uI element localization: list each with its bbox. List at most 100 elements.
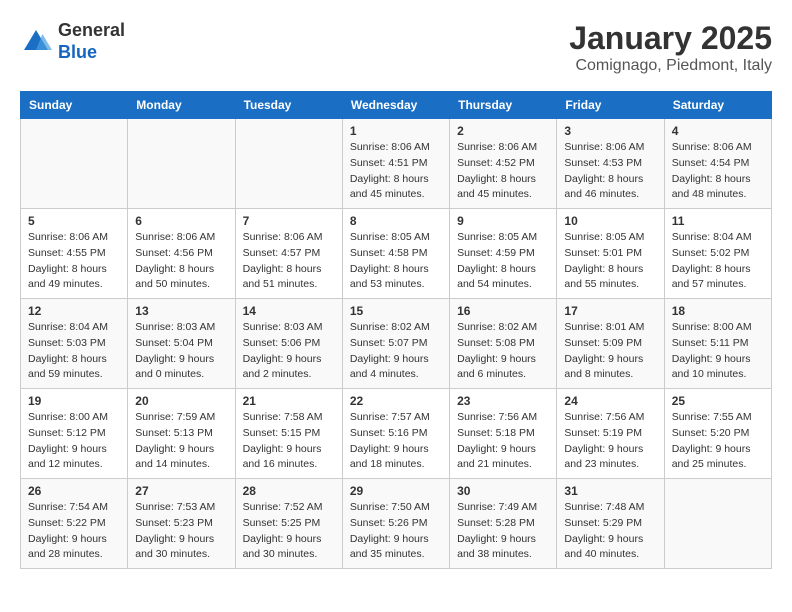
- day-info: Sunrise: 8:05 AM Sunset: 4:59 PM Dayligh…: [457, 230, 549, 293]
- day-number: 24: [564, 394, 656, 408]
- day-number: 18: [672, 304, 764, 318]
- day-info: Sunrise: 8:02 AM Sunset: 5:07 PM Dayligh…: [350, 320, 442, 383]
- day-number: 6: [135, 214, 227, 228]
- calendar-cell: 1 Sunrise: 8:06 AM Sunset: 4:51 PM Daylig…: [342, 119, 449, 209]
- day-number: 21: [243, 394, 335, 408]
- calendar-cell: 31 Sunrise: 7:48 AM Sunset: 5:29 PM Dayli…: [557, 479, 664, 569]
- calendar-cell: 8 Sunrise: 8:05 AM Sunset: 4:58 PM Daylig…: [342, 209, 449, 299]
- day-info: Sunrise: 7:52 AM Sunset: 5:25 PM Dayligh…: [243, 500, 335, 563]
- day-number: 20: [135, 394, 227, 408]
- calendar-cell: [128, 119, 235, 209]
- calendar-cell: 14 Sunrise: 8:03 AM Sunset: 5:06 PM Dayli…: [235, 299, 342, 389]
- calendar-cell: 28 Sunrise: 7:52 AM Sunset: 5:25 PM Dayli…: [235, 479, 342, 569]
- day-number: 13: [135, 304, 227, 318]
- day-number: 19: [28, 394, 120, 408]
- day-number: 4: [672, 124, 764, 138]
- calendar-cell: 9 Sunrise: 8:05 AM Sunset: 4:59 PM Daylig…: [450, 209, 557, 299]
- weekday-header: Monday: [128, 92, 235, 119]
- weekday-header: Friday: [557, 92, 664, 119]
- day-number: 16: [457, 304, 549, 318]
- calendar-cell: 24 Sunrise: 7:56 AM Sunset: 5:19 PM Dayli…: [557, 389, 664, 479]
- calendar-cell: 20Sunrise: 7:59 AM Sunset: 5:13 PM Dayli…: [128, 389, 235, 479]
- day-number: 23: [457, 394, 549, 408]
- day-info: Sunrise: 7:54 AM Sunset: 5:22 PM Dayligh…: [28, 500, 120, 563]
- day-info: Sunrise: 7:48 AM Sunset: 5:29 PM Dayligh…: [564, 500, 656, 563]
- calendar-cell: 16 Sunrise: 8:02 AM Sunset: 5:08 PM Dayli…: [450, 299, 557, 389]
- calendar-cell: 10 Sunrise: 8:05 AM Sunset: 5:01 PM Dayli…: [557, 209, 664, 299]
- day-info: Sunrise: 8:06 AM Sunset: 4:56 PM Dayligh…: [135, 230, 227, 293]
- day-info: Sunrise: 8:06 AM Sunset: 4:53 PM Dayligh…: [564, 140, 656, 203]
- day-number: 15: [350, 304, 442, 318]
- day-number: 12: [28, 304, 120, 318]
- day-info: Sunrise: 7:58 AM Sunset: 5:15 PM Dayligh…: [243, 410, 335, 473]
- calendar-cell: [235, 119, 342, 209]
- logo: General Blue: [20, 20, 125, 63]
- day-info: Sunrise: 7:53 AM Sunset: 5:23 PM Dayligh…: [135, 500, 227, 563]
- calendar-cell: 12 Sunrise: 8:04 AM Sunset: 5:03 PM Dayli…: [21, 299, 128, 389]
- calendar-cell: [21, 119, 128, 209]
- day-info: Sunrise: 8:05 AM Sunset: 5:01 PM Dayligh…: [564, 230, 656, 293]
- logo-text: General Blue: [58, 20, 125, 63]
- logo-icon: [20, 26, 52, 58]
- logo-general: General: [58, 20, 125, 40]
- calendar-cell: 5Sunrise: 8:06 AM Sunset: 4:55 PM Daylig…: [21, 209, 128, 299]
- calendar-cell: 21 Sunrise: 7:58 AM Sunset: 5:15 PM Dayli…: [235, 389, 342, 479]
- day-number: 10: [564, 214, 656, 228]
- day-number: 3: [564, 124, 656, 138]
- day-number: 7: [243, 214, 335, 228]
- calendar-table: SundayMondayTuesdayWednesdayThursdayFrid…: [20, 91, 772, 569]
- weekday-header: Thursday: [450, 92, 557, 119]
- day-info: Sunrise: 8:06 AM Sunset: 4:52 PM Dayligh…: [457, 140, 549, 203]
- day-number: 26: [28, 484, 120, 498]
- calendar-cell: 13 Sunrise: 8:03 AM Sunset: 5:04 PM Dayli…: [128, 299, 235, 389]
- calendar-cell: 23 Sunrise: 7:56 AM Sunset: 5:18 PM Dayli…: [450, 389, 557, 479]
- calendar-cell: 2 Sunrise: 8:06 AM Sunset: 4:52 PM Daylig…: [450, 119, 557, 209]
- day-info: Sunrise: 7:57 AM Sunset: 5:16 PM Dayligh…: [350, 410, 442, 473]
- day-info: Sunrise: 7:56 AM Sunset: 5:18 PM Dayligh…: [457, 410, 549, 473]
- day-info: Sunrise: 8:03 AM Sunset: 5:06 PM Dayligh…: [243, 320, 335, 383]
- day-number: 25: [672, 394, 764, 408]
- day-info: Sunrise: 8:05 AM Sunset: 4:58 PM Dayligh…: [350, 230, 442, 293]
- day-info: Sunrise: 8:04 AM Sunset: 5:03 PM Dayligh…: [28, 320, 120, 383]
- day-number: 9: [457, 214, 549, 228]
- calendar-cell: 27 Sunrise: 7:53 AM Sunset: 5:23 PM Dayli…: [128, 479, 235, 569]
- calendar-cell: [664, 479, 771, 569]
- day-info: Sunrise: 8:06 AM Sunset: 4:54 PM Dayligh…: [672, 140, 764, 203]
- calendar-cell: 11 Sunrise: 8:04 AM Sunset: 5:02 PM Dayli…: [664, 209, 771, 299]
- location: Comignago, Piedmont, Italy: [569, 57, 772, 75]
- calendar-cell: 26 Sunrise: 7:54 AM Sunset: 5:22 PM Dayli…: [21, 479, 128, 569]
- day-info: Sunrise: 7:49 AM Sunset: 5:28 PM Dayligh…: [457, 500, 549, 563]
- day-info: Sunrise: 8:03 AM Sunset: 5:04 PM Dayligh…: [135, 320, 227, 383]
- day-info: Sunrise: 8:04 AM Sunset: 5:02 PM Dayligh…: [672, 230, 764, 293]
- day-number: 22: [350, 394, 442, 408]
- day-number: 27: [135, 484, 227, 498]
- day-number: 11: [672, 214, 764, 228]
- day-info: Sunrise: 7:56 AM Sunset: 5:19 PM Dayligh…: [564, 410, 656, 473]
- month-title: January 2025: [569, 20, 772, 57]
- calendar-cell: 25Sunrise: 7:55 AM Sunset: 5:20 PM Dayli…: [664, 389, 771, 479]
- day-number: 28: [243, 484, 335, 498]
- logo-blue: Blue: [58, 42, 97, 62]
- calendar-cell: 30Sunrise: 7:49 AM Sunset: 5:28 PM Dayli…: [450, 479, 557, 569]
- day-number: 17: [564, 304, 656, 318]
- calendar-cell: 18Sunrise: 8:00 AM Sunset: 5:11 PM Dayli…: [664, 299, 771, 389]
- day-info: Sunrise: 8:06 AM Sunset: 4:55 PM Dayligh…: [28, 230, 120, 293]
- weekday-header: Saturday: [664, 92, 771, 119]
- day-number: 31: [564, 484, 656, 498]
- day-info: Sunrise: 8:06 AM Sunset: 4:51 PM Dayligh…: [350, 140, 442, 203]
- page-header: General Blue January 2025 Comignago, Pie…: [20, 20, 772, 75]
- calendar-cell: 29Sunrise: 7:50 AM Sunset: 5:26 PM Dayli…: [342, 479, 449, 569]
- calendar-row: 19 Sunrise: 8:00 AM Sunset: 5:12 PM Dayli…: [21, 389, 772, 479]
- weekday-header: Sunday: [21, 92, 128, 119]
- day-number: 14: [243, 304, 335, 318]
- day-info: Sunrise: 8:00 AM Sunset: 5:12 PM Dayligh…: [28, 410, 120, 473]
- day-number: 2: [457, 124, 549, 138]
- calendar-cell: 19 Sunrise: 8:00 AM Sunset: 5:12 PM Dayli…: [21, 389, 128, 479]
- day-info: Sunrise: 8:02 AM Sunset: 5:08 PM Dayligh…: [457, 320, 549, 383]
- calendar-cell: 15 Sunrise: 8:02 AM Sunset: 5:07 PM Dayli…: [342, 299, 449, 389]
- day-number: 1: [350, 124, 442, 138]
- day-info: Sunrise: 8:06 AM Sunset: 4:57 PM Dayligh…: [243, 230, 335, 293]
- calendar-cell: 17Sunrise: 8:01 AM Sunset: 5:09 PM Dayli…: [557, 299, 664, 389]
- day-number: 8: [350, 214, 442, 228]
- day-number: 29: [350, 484, 442, 498]
